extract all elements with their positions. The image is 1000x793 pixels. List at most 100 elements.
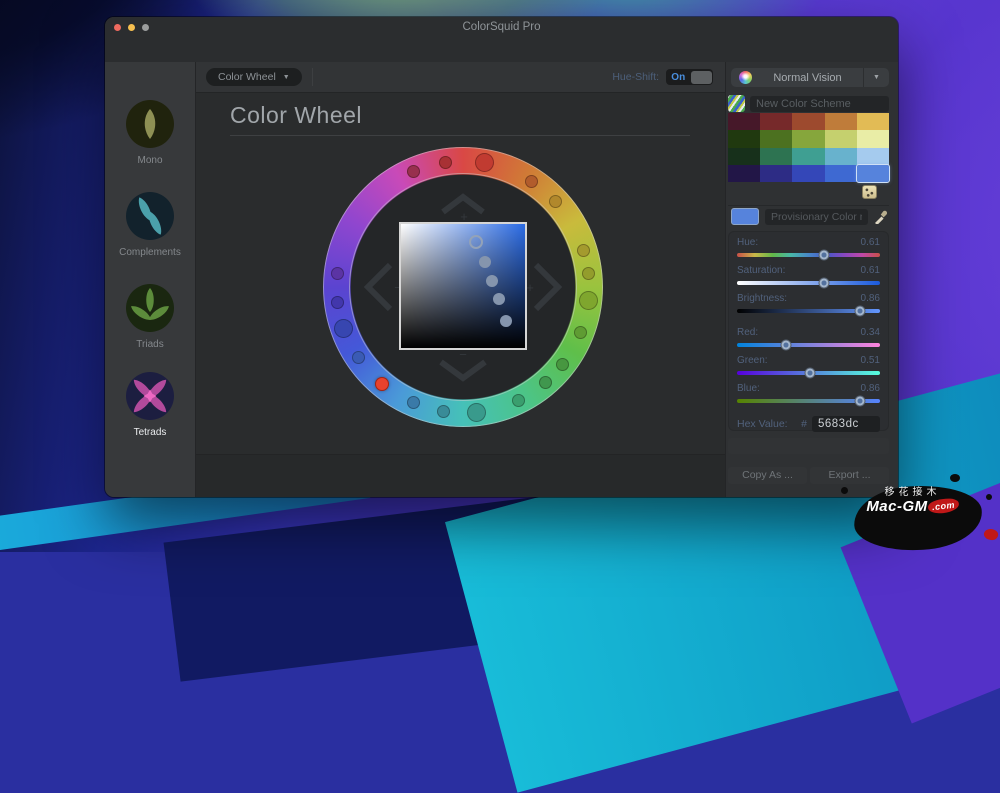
- swatch[interactable]: [857, 148, 889, 165]
- sidebar-item-tetrads[interactable]: Tetrads: [105, 372, 195, 438]
- vision-selector-dropdown[interactable]: Normal Vision ▼: [731, 68, 889, 87]
- swatch[interactable]: [825, 130, 857, 147]
- ink-dot: [950, 474, 960, 482]
- slider-track[interactable]: [737, 309, 880, 313]
- slider-thumb[interactable]: [854, 396, 865, 407]
- ring-hue-dot[interactable]: [334, 319, 353, 338]
- swatch-selected[interactable]: [857, 165, 889, 182]
- sidebar-item-label: Mono: [105, 155, 195, 166]
- chevron-down-icon: ▼: [283, 74, 290, 81]
- copy-as-button[interactable]: Copy As ...: [728, 467, 807, 484]
- swatch[interactable]: [728, 148, 760, 165]
- slider-track[interactable]: [737, 281, 880, 285]
- ring-hue-dot[interactable]: [475, 153, 494, 172]
- window-title: ColorSquid Pro: [105, 21, 898, 33]
- sidebar-item-mono[interactable]: Mono: [105, 100, 195, 166]
- ring-hue-dot[interactable]: [579, 291, 598, 310]
- view-selector-dropdown[interactable]: Color Wheel ▼: [206, 68, 302, 86]
- ring-hue-dot[interactable]: [352, 351, 365, 364]
- ring-hue-dot[interactable]: [407, 165, 420, 178]
- swatch[interactable]: [728, 165, 760, 182]
- swatch[interactable]: [760, 130, 792, 147]
- slider-thumb[interactable]: [819, 278, 830, 289]
- empty-field: [728, 438, 889, 454]
- scheme-name-input[interactable]: [750, 96, 889, 112]
- square-color-dot[interactable]: [500, 315, 512, 327]
- randomize-dice-button[interactable]: [862, 185, 877, 199]
- ring-hue-dot[interactable]: [407, 396, 420, 409]
- swatch-grid: [728, 113, 889, 182]
- swatch[interactable]: [728, 113, 760, 130]
- content-toolbar: Color Wheel ▼ Hue-Shift: On: [196, 62, 725, 93]
- panel-divider: [728, 205, 889, 206]
- swatch[interactable]: [857, 113, 889, 130]
- slider-track[interactable]: [737, 399, 880, 403]
- ring-hue-dot[interactable]: [512, 394, 525, 407]
- swatch[interactable]: [792, 165, 824, 182]
- ring-hue-dot[interactable]: [556, 358, 569, 371]
- slider-label: Blue:: [737, 383, 760, 394]
- sidebar-item-complements[interactable]: Complements: [105, 192, 195, 258]
- sidebar-item-triads[interactable]: Triads: [105, 284, 195, 350]
- square-color-dot-outline[interactable]: [469, 235, 483, 249]
- swatch[interactable]: [857, 130, 889, 147]
- toggle-knob: [691, 71, 712, 84]
- swatch[interactable]: [825, 148, 857, 165]
- slider-value: 0.61: [861, 237, 880, 248]
- sidebar: Mono Complements Triads: [105, 62, 196, 497]
- ring-hue-dot[interactable]: [525, 175, 538, 188]
- content-bottom-strip: [196, 454, 725, 497]
- ring-hue-dot[interactable]: [582, 267, 595, 280]
- slider-thumb[interactable]: [804, 368, 815, 379]
- slider-thumb[interactable]: [780, 340, 791, 351]
- slider-track[interactable]: [737, 371, 880, 375]
- ring-hue-dot[interactable]: [577, 244, 590, 257]
- slider-brightness: Brightness:0.86: [737, 293, 880, 313]
- slider-thumb[interactable]: [819, 250, 830, 261]
- watermark-com-blob: .com: [927, 497, 959, 514]
- square-color-dot[interactable]: [493, 293, 505, 305]
- ring-hue-dot[interactable]: [331, 267, 344, 280]
- eyedropper-icon[interactable]: [874, 209, 889, 224]
- swatch[interactable]: [825, 113, 857, 130]
- swatch[interactable]: [825, 165, 857, 182]
- swatch[interactable]: [728, 130, 760, 147]
- square-color-dot[interactable]: [486, 275, 498, 287]
- ring-hue-dot[interactable]: [467, 403, 486, 422]
- swatch[interactable]: [792, 148, 824, 165]
- slider-value: 0.86: [861, 383, 880, 394]
- slider-thumb[interactable]: [854, 306, 865, 317]
- ring-hue-dot[interactable]: [439, 156, 452, 169]
- ring-hue-dot[interactable]: [574, 326, 587, 339]
- current-color-well[interactable]: [731, 208, 759, 225]
- hue-shift-toggle[interactable]: On: [666, 69, 713, 85]
- ring-hue-dot[interactable]: [549, 195, 562, 208]
- inspector-panel: Normal Vision ▼ Hue:0.61Saturation:0.61B…: [725, 62, 898, 497]
- color-wheel: + − − +: [323, 147, 603, 427]
- slider-value: 0.34: [861, 327, 880, 338]
- swatch[interactable]: [792, 130, 824, 147]
- slider-track[interactable]: [737, 343, 880, 347]
- slider-track[interactable]: [737, 253, 880, 257]
- red-ink-dot: [983, 527, 1000, 542]
- slider-hue: Hue:0.61: [737, 237, 880, 257]
- hue-shift-state: On: [666, 72, 691, 83]
- ring-hue-dot[interactable]: [437, 405, 450, 418]
- swatch[interactable]: [760, 165, 792, 182]
- swatch[interactable]: [792, 113, 824, 130]
- chevron-down-icon: ▼: [863, 68, 889, 87]
- sliders-panel: Hue:0.61Saturation:0.61Brightness:0.86Re…: [728, 231, 889, 431]
- sliders-list: Hue:0.61Saturation:0.61Brightness:0.86Re…: [737, 237, 880, 403]
- swatch[interactable]: [760, 148, 792, 165]
- hue-shift-label: Hue-Shift:: [612, 71, 659, 83]
- watermark-cn-text: 移花接木: [825, 483, 1000, 498]
- ring-hue-dot[interactable]: [539, 376, 552, 389]
- square-color-dot[interactable]: [479, 256, 491, 268]
- app-window: ColorSquid Pro Mono Complements: [105, 17, 898, 497]
- ring-hue-dot[interactable]: [331, 296, 344, 309]
- selected-hue-dot[interactable]: [375, 377, 389, 391]
- hex-value-input[interactable]: [812, 416, 880, 432]
- swatch[interactable]: [760, 113, 792, 130]
- slider-red: Red:0.34: [737, 327, 880, 347]
- color-name-input[interactable]: [765, 209, 868, 225]
